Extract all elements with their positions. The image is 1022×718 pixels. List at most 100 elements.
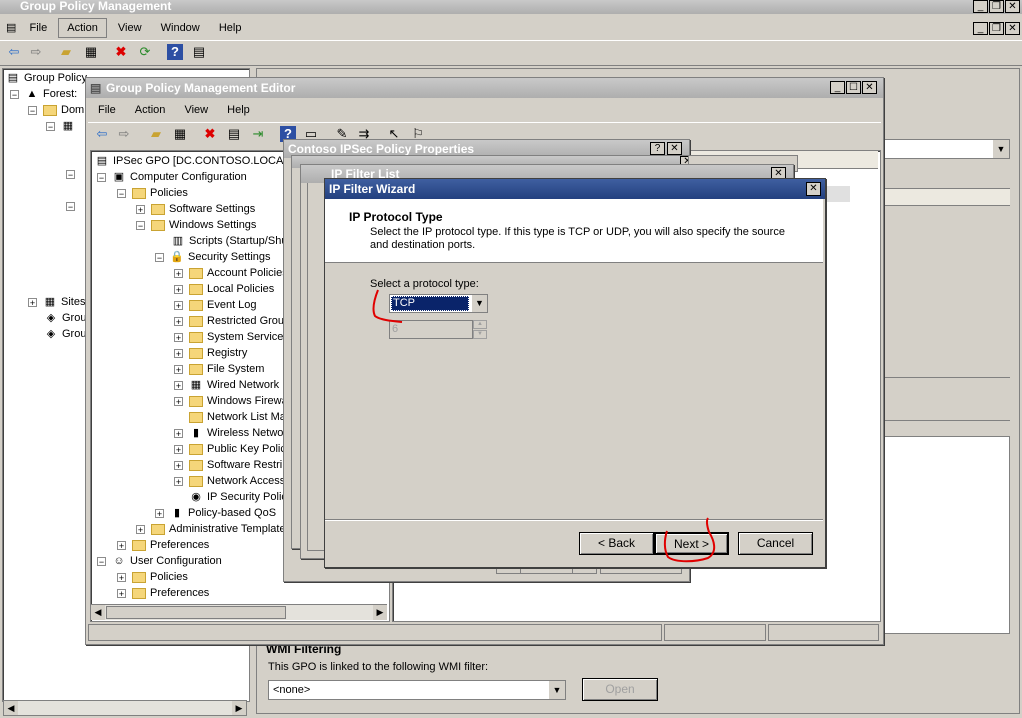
tree-item[interactable]: + Network Access [174,473,285,489]
gpm-tree-expand-a[interactable]: − [66,166,81,182]
expand-icon[interactable]: + [155,508,164,518]
back-icon[interactable]: ⇦ [6,44,22,60]
delete-icon[interactable]: ✖ [113,44,129,60]
tree-item[interactable]: + Local Policies [174,281,274,297]
expand-icon[interactable]: + [28,297,37,307]
gpm-child-restore-button[interactable]: ❐ [989,22,1004,35]
tree-item[interactable]: + ▦ Wired Network [174,377,279,393]
expand-icon[interactable]: + [174,380,183,390]
gpm-child-close-button[interactable]: ✕ [1005,22,1020,35]
wizard-close-button[interactable]: ✕ [806,182,821,196]
gpm-child-minimize-button[interactable]: _ [973,22,988,35]
scroll-thumb[interactable] [106,606,286,619]
properties-icon[interactable]: ▤ [191,44,207,60]
collapse-icon[interactable]: − [10,89,19,99]
tree-item[interactable]: + Software Restri [174,457,282,473]
scroll-left-icon[interactable]: ◀ [4,701,18,715]
tree-item[interactable]: ▤ IPSec GPO [DC.CONTOSO.LOCAL] [95,153,293,169]
gpm-restore-button[interactable]: ❐ [989,0,1004,13]
expand-icon[interactable]: + [174,300,183,310]
expand-icon[interactable]: + [136,524,145,534]
expand-icon[interactable]: + [174,444,183,454]
tree-item[interactable]: Network List Ma [189,409,286,425]
gpm-close-button[interactable]: ✕ [1005,0,1020,13]
tree-item[interactable]: + ▮ Wireless Netwo [174,425,283,441]
expand-icon[interactable]: + [174,284,183,294]
props-close-button[interactable]: ✕ [667,142,682,155]
editor-menu-action[interactable]: Action [127,100,174,120]
collapse-icon[interactable]: − [66,201,75,211]
gpm-tree-domain-node[interactable]: − ▦ [46,118,79,134]
gpm-menu-window[interactable]: Window [153,18,208,38]
forward-icon[interactable]: ⇨ [28,44,44,60]
show-hide-tree-icon[interactable]: ▦ [83,44,99,60]
expand-icon[interactable]: + [136,204,145,214]
editor-maximize-button[interactable]: ☐ [846,81,861,94]
expand-icon[interactable]: + [174,364,183,374]
tree-item[interactable]: + System Service [174,329,283,345]
tree-item[interactable]: + Software Settings [136,201,255,217]
tree-item[interactable]: ▥ Scripts (Startup/Shu [171,233,288,249]
tree-item[interactable]: + Preferences [117,585,209,601]
collapse-icon[interactable]: − [97,556,106,566]
gpm-tree-expand-b[interactable]: − [66,198,81,214]
tree-item[interactable]: − ☺ User Configuration [97,553,222,569]
gpm-tree-forest[interactable]: − ▲ Forest: [10,86,77,102]
help-icon[interactable]: ? [167,44,183,60]
chevron-down-icon[interactable]: ▼ [549,681,565,699]
tree-item[interactable]: + ▮ Policy-based QoS [155,505,276,521]
collapse-icon[interactable]: − [155,252,164,262]
expand-icon[interactable]: + [174,348,183,358]
wmi-filter-select[interactable]: <none> ▼ [268,680,566,700]
scroll-right-icon[interactable]: ▶ [232,701,246,715]
chevron-down-icon[interactable]: ▼ [993,140,1009,158]
tree-item[interactable]: − Windows Settings [136,217,256,233]
tree-item[interactable]: + Administrative Template [136,521,286,537]
collapse-icon[interactable]: − [97,172,106,182]
tree-item[interactable]: ◉ IP Security Polic [189,489,287,505]
delete-icon[interactable]: ✖ [202,126,218,142]
expand-icon[interactable]: + [174,476,183,486]
up-folder-icon[interactable]: ▰ [58,44,74,60]
gpm-right-dropdown[interactable]: ▼ [884,139,1010,159]
editor-menu-help[interactable]: Help [219,100,258,120]
expand-icon[interactable]: + [174,332,183,342]
tree-item[interactable]: + Windows Firewa [174,393,288,409]
back-icon[interactable]: ⇦ [94,126,110,142]
tree-item[interactable]: − 🔒 Security Settings [155,249,271,265]
expand-icon[interactable]: + [174,316,183,326]
gpm-tree-root[interactable]: ▤ Group Policy [6,70,87,86]
collapse-icon[interactable]: − [117,188,126,198]
protocol-select[interactable]: TCP ▼ [389,294,488,313]
wmi-open-button[interactable]: Open [582,678,658,701]
properties-icon[interactable]: ▤ [226,126,242,142]
chevron-down-icon[interactable]: ▼ [471,295,487,312]
tree-item[interactable]: − Policies [117,185,188,201]
collapse-icon[interactable]: − [46,121,55,131]
collapse-icon[interactable]: − [66,169,75,179]
refresh-icon[interactable]: ⟳ [137,44,153,60]
editor-menu-view[interactable]: View [176,100,216,120]
tree-item[interactable]: + File System [174,361,264,377]
tree-item[interactable]: + Restricted Grou [174,313,284,329]
tree-item[interactable]: + Public Key Polici [174,441,288,457]
show-hide-tree-icon[interactable]: ▦ [172,126,188,142]
gpm-minimize-button[interactable]: _ [973,0,988,13]
gpm-tree-results[interactable]: ◈ Grou [44,326,87,342]
gpm-right-list-row[interactable] [884,206,896,220]
cancel-button[interactable]: Cancel [738,532,813,555]
gpm-tree-domains[interactable]: − Dom [28,102,84,118]
gpm-menu-help[interactable]: Help [211,18,250,38]
tree-item[interactable]: + Registry [174,345,247,361]
scroll-right-icon[interactable]: ▶ [373,605,387,620]
collapse-icon[interactable]: − [28,105,37,115]
editor-minimize-button[interactable]: _ [830,81,845,94]
expand-icon[interactable]: + [174,268,183,278]
expand-icon[interactable]: + [174,396,183,406]
forward-icon[interactable]: ⇨ [116,126,132,142]
back-button[interactable]: < Back [579,532,654,555]
export-icon[interactable]: ⇥ [250,126,266,142]
props-help-button[interactable]: ? [650,142,665,155]
gpm-tree-sites[interactable]: + ▦ Sites [28,294,85,310]
expand-icon[interactable]: + [117,588,126,598]
